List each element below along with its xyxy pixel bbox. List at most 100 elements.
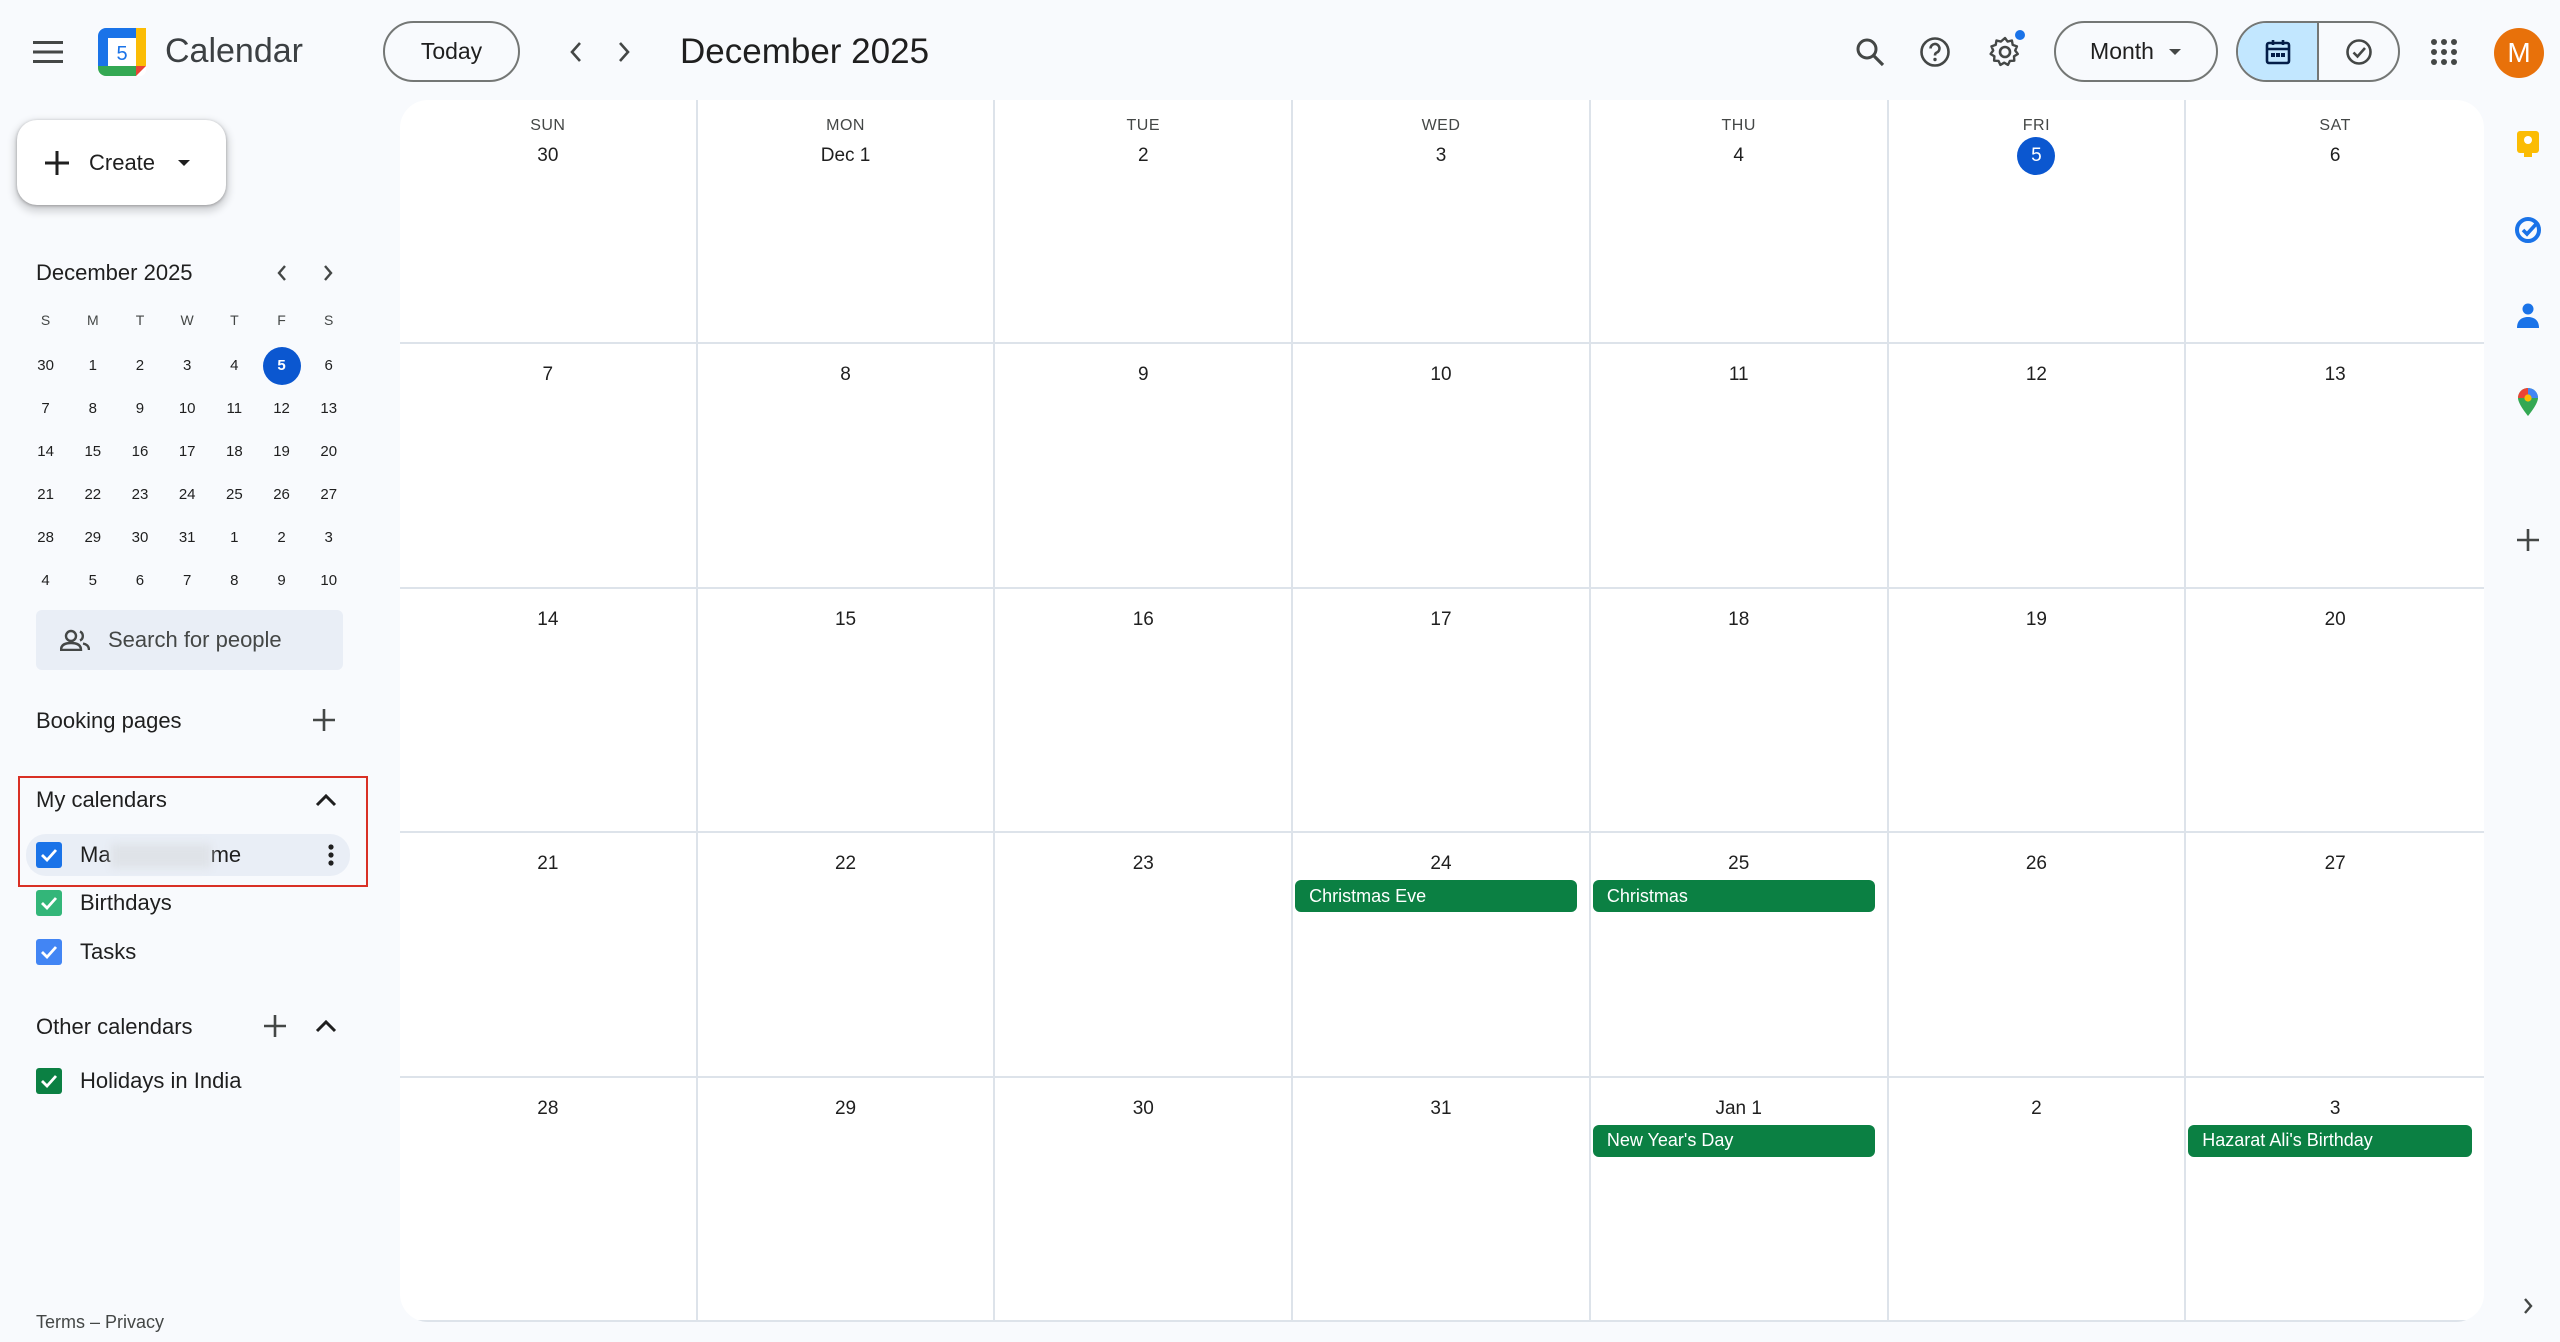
mini-calendar-day[interactable]: 23 bbox=[116, 473, 163, 516]
day-number[interactable]: 18 bbox=[1720, 601, 1758, 639]
month-day-cell[interactable]: 15 bbox=[697, 588, 996, 834]
mini-calendar-day[interactable]: 31 bbox=[164, 516, 211, 559]
day-number[interactable]: 31 bbox=[1422, 1090, 1460, 1128]
event-chip[interactable]: Hazarat Ali's Birthday bbox=[2188, 1124, 2472, 1157]
mini-calendar-day[interactable]: 8 bbox=[211, 559, 258, 602]
mini-calendar-day[interactable]: 25 bbox=[211, 473, 258, 516]
month-day-cell[interactable]: 26 bbox=[1888, 833, 2187, 1078]
maps-icon[interactable] bbox=[2508, 382, 2548, 422]
day-number[interactable]: 6 bbox=[2316, 137, 2354, 175]
day-number[interactable]: 15 bbox=[827, 601, 865, 639]
day-number[interactable]: 24 bbox=[1422, 845, 1460, 883]
mini-calendar-day[interactable]: 15 bbox=[69, 430, 116, 473]
mini-calendar-day[interactable]: 22 bbox=[69, 473, 116, 516]
checkbox-checked-icon[interactable] bbox=[36, 842, 62, 868]
expand-side-panel-icon[interactable] bbox=[2508, 1286, 2548, 1326]
month-day-cell[interactable]: 13 bbox=[2186, 344, 2484, 589]
month-day-cell[interactable]: FRI 5 bbox=[1888, 100, 2187, 345]
month-day-cell[interactable]: 27 bbox=[2186, 833, 2484, 1078]
my-calendars-title[interactable]: My calendars bbox=[36, 787, 167, 813]
month-day-cell[interactable]: 16 bbox=[995, 588, 1294, 834]
day-number[interactable]: 25 bbox=[1720, 845, 1758, 883]
add-other-calendar-icon[interactable] bbox=[255, 1006, 295, 1046]
month-day-cell[interactable]: 30 bbox=[995, 1077, 1294, 1322]
day-number[interactable]: 17 bbox=[1422, 601, 1460, 639]
day-number[interactable]: 3 bbox=[1422, 137, 1460, 175]
event-chip[interactable]: Christmas Eve bbox=[1295, 880, 1577, 913]
month-day-cell[interactable]: 29 bbox=[697, 1077, 996, 1322]
day-number[interactable]: 7 bbox=[529, 356, 567, 394]
day-number[interactable]: 13 bbox=[2316, 356, 2354, 394]
month-day-cell[interactable]: Jan 1 New Year's Day bbox=[1590, 1077, 1889, 1322]
mini-calendar-day[interactable]: 14 bbox=[22, 430, 69, 473]
mini-calendar-day[interactable]: 6 bbox=[305, 344, 352, 387]
previous-period-icon[interactable] bbox=[552, 28, 600, 76]
search-icon[interactable] bbox=[1846, 28, 1894, 76]
day-number[interactable]: 23 bbox=[1124, 845, 1162, 883]
month-day-cell[interactable]: SAT 6 bbox=[2186, 100, 2484, 345]
mini-calendar-day[interactable]: 4 bbox=[211, 344, 258, 387]
create-button[interactable]: Create bbox=[17, 120, 226, 205]
month-day-cell[interactable]: 3 Hazarat Ali's Birthday bbox=[2186, 1078, 2484, 1322]
day-number[interactable]: 16 bbox=[1124, 601, 1162, 639]
day-number[interactable]: 12 bbox=[2017, 356, 2055, 394]
day-number[interactable]: 27 bbox=[2316, 845, 2354, 883]
mini-calendar-day[interactable]: 5 bbox=[258, 344, 305, 387]
mini-calendar-day[interactable]: 18 bbox=[211, 430, 258, 473]
month-day-cell[interactable]: 21 bbox=[400, 833, 698, 1078]
day-number[interactable]: 22 bbox=[827, 845, 865, 883]
day-number[interactable]: 21 bbox=[529, 845, 567, 883]
mini-calendar-day[interactable]: 13 bbox=[305, 387, 352, 430]
collapse-my-calendars-icon[interactable] bbox=[306, 780, 346, 820]
mini-calendar-day[interactable]: 19 bbox=[258, 430, 305, 473]
month-day-cell[interactable]: 31 bbox=[1293, 1077, 1591, 1322]
month-day-cell[interactable]: 23 bbox=[995, 833, 1294, 1078]
month-day-cell[interactable]: 28 bbox=[400, 1077, 698, 1322]
mini-calendar-previous-icon[interactable] bbox=[264, 255, 300, 291]
mini-calendar-day[interactable]: 10 bbox=[164, 387, 211, 430]
terms-privacy-links[interactable]: Terms – Privacy bbox=[36, 1312, 164, 1333]
mini-calendar-day[interactable]: 27 bbox=[305, 473, 352, 516]
mini-calendar-day[interactable]: 26 bbox=[258, 473, 305, 516]
mini-calendar-day[interactable]: 9 bbox=[116, 387, 163, 430]
event-chip[interactable]: Christmas bbox=[1592, 880, 1875, 913]
day-number[interactable]: 19 bbox=[2017, 601, 2055, 639]
mini-calendar-day[interactable]: 1 bbox=[211, 516, 258, 559]
my-calendar-item-tasks[interactable]: Tasks bbox=[36, 939, 136, 965]
help-icon[interactable] bbox=[1911, 28, 1959, 76]
day-number[interactable]: 10 bbox=[1422, 356, 1460, 394]
month-day-cell[interactable]: TUE 2 bbox=[995, 100, 1294, 345]
today-button[interactable]: Today bbox=[383, 21, 520, 82]
mini-calendar-day[interactable]: 24 bbox=[164, 473, 211, 516]
mini-calendar-day[interactable]: 20 bbox=[305, 430, 352, 473]
mini-calendar-day[interactable]: 3 bbox=[305, 516, 352, 559]
contacts-icon[interactable] bbox=[2508, 296, 2548, 336]
day-number[interactable]: 9 bbox=[1124, 356, 1162, 394]
search-for-people-input[interactable]: Search for people bbox=[36, 610, 343, 670]
mini-calendar-day[interactable]: 10 bbox=[305, 559, 352, 602]
calendar-logo-icon[interactable]: 5 bbox=[96, 26, 148, 78]
month-day-cell[interactable]: 7 bbox=[400, 344, 698, 589]
mini-calendar-day[interactable]: 1 bbox=[69, 344, 116, 387]
month-day-cell[interactable]: SUN 30 bbox=[400, 100, 698, 345]
day-number[interactable]: Jan 1 bbox=[1591, 1090, 1887, 1128]
day-number[interactable]: 8 bbox=[827, 356, 865, 394]
mini-calendar-day[interactable]: 6 bbox=[116, 559, 163, 602]
tasks-view-icon[interactable] bbox=[2317, 23, 2398, 80]
more-options-icon[interactable] bbox=[328, 843, 334, 867]
mini-calendar-day[interactable]: 12 bbox=[258, 387, 305, 430]
day-number[interactable]: 29 bbox=[827, 1090, 865, 1128]
mini-calendar-day[interactable]: 21 bbox=[22, 473, 69, 516]
day-number[interactable]: 26 bbox=[2017, 845, 2055, 883]
month-day-cell[interactable]: 10 bbox=[1293, 344, 1591, 589]
tasks-icon[interactable] bbox=[2508, 210, 2548, 250]
day-number[interactable]: 3 bbox=[2316, 1090, 2354, 1128]
mini-calendar-day[interactable]: 28 bbox=[22, 516, 69, 559]
mini-calendar-day[interactable]: 7 bbox=[164, 559, 211, 602]
month-day-cell[interactable]: 14 bbox=[400, 588, 698, 834]
calendar-view-icon[interactable] bbox=[2238, 23, 2317, 80]
month-day-cell[interactable]: THU 4 bbox=[1590, 100, 1889, 345]
day-number[interactable]: 28 bbox=[529, 1090, 567, 1128]
checkbox-checked-icon[interactable] bbox=[36, 1068, 62, 1094]
mini-calendar-day[interactable]: 29 bbox=[69, 516, 116, 559]
